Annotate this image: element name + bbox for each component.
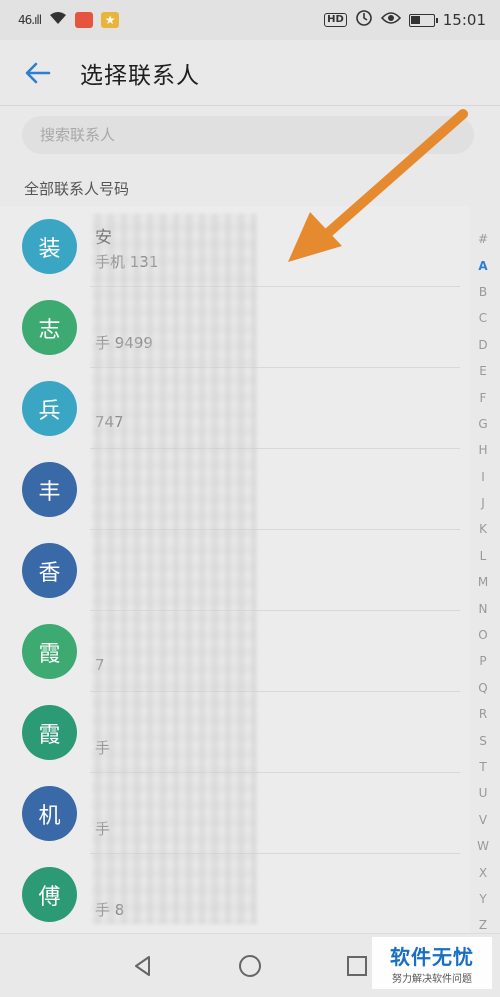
app-header: 选择联系人: [0, 40, 500, 106]
contact-row[interactable]: 丰: [0, 449, 470, 530]
contact-info: 手: [95, 709, 111, 757]
contact-name: [95, 628, 105, 649]
avatar: 装: [22, 219, 77, 274]
app-notification-icon: [75, 12, 94, 28]
back-triangle-icon[interactable]: [123, 946, 163, 986]
avatar: 丰: [22, 462, 77, 517]
wifi-icon: [49, 11, 67, 29]
home-circle-icon[interactable]: [230, 946, 270, 986]
clock: 15:01: [442, 11, 486, 29]
contact-row[interactable]: 香: [0, 530, 470, 611]
contact-phone: 手机 131: [95, 253, 159, 271]
contact-info: 安 手机 131: [95, 223, 159, 271]
index-letter[interactable]: H: [478, 437, 487, 463]
contact-info: 7: [95, 628, 105, 675]
index-letter[interactable]: D: [478, 332, 487, 358]
signal-icon: 46.ıll: [18, 13, 42, 27]
avatar: 机: [22, 786, 77, 841]
contact-row[interactable]: 傅 手 8: [0, 854, 470, 933]
index-letter[interactable]: J: [481, 490, 485, 516]
index-letter[interactable]: #: [478, 226, 488, 252]
back-arrow-icon[interactable]: [22, 57, 54, 89]
contact-row[interactable]: 机 手: [0, 773, 470, 854]
index-letter[interactable]: O: [478, 622, 487, 648]
avatar: 志: [22, 300, 77, 355]
alphabet-index-bar[interactable]: # A B C D E F G H I J K L M N O P Q R S …: [472, 226, 494, 939]
contact-list: 装 安 手机 131 志 手 9499 兵 747 丰 香 霞 7 霞 手 机 …: [0, 206, 470, 933]
eye-comfort-icon: [380, 11, 401, 29]
contact-row[interactable]: 志 手 9499: [0, 287, 470, 368]
contact-row[interactable]: 装 安 手机 131: [0, 206, 470, 287]
avatar: 香: [22, 543, 77, 598]
contact-name: 安: [95, 228, 112, 248]
index-letter[interactable]: S: [479, 727, 487, 753]
contact-phone: 手 9499: [95, 334, 153, 352]
index-letter[interactable]: E: [479, 358, 487, 384]
avatar: 傅: [22, 867, 77, 922]
data-saver-icon: [355, 9, 373, 31]
index-letter[interactable]: K: [479, 516, 487, 542]
page-title: 选择联系人: [80, 62, 200, 89]
index-letter[interactable]: Y: [479, 886, 486, 912]
index-letter[interactable]: U: [479, 780, 488, 806]
star-app-icon: ★: [101, 12, 120, 28]
contact-info: 747: [95, 385, 124, 432]
status-left: 46.ıll ★: [18, 11, 120, 29]
watermark-sub: 努力解决软件问题: [392, 974, 472, 985]
index-letter[interactable]: I: [481, 464, 485, 490]
index-letter[interactable]: G: [478, 411, 487, 437]
contact-row[interactable]: 霞 手: [0, 692, 470, 773]
contact-phone: 手: [95, 820, 111, 838]
avatar: 霞: [22, 624, 77, 679]
watermark-main: 软件无忧: [390, 945, 474, 969]
index-letter-active[interactable]: A: [478, 252, 487, 278]
recents-square-icon[interactable]: [337, 946, 377, 986]
index-letter[interactable]: X: [479, 859, 487, 885]
hd-badge: HD: [324, 13, 347, 27]
index-letter[interactable]: F: [480, 384, 487, 410]
contact-name: [95, 304, 153, 325]
search-input[interactable]: [22, 116, 474, 154]
index-letter[interactable]: T: [479, 754, 486, 780]
index-letter[interactable]: V: [479, 807, 487, 833]
index-letter[interactable]: W: [477, 833, 489, 859]
watermark-logo: 软件无忧 努力解决软件问题: [372, 937, 492, 989]
contact-name: [95, 871, 124, 892]
contact-row[interactable]: 兵 747: [0, 368, 470, 449]
index-letter[interactable]: B: [479, 279, 487, 305]
index-letter[interactable]: Q: [478, 675, 487, 701]
contact-row[interactable]: 霞 7: [0, 611, 470, 692]
contact-phone: 747: [95, 413, 124, 431]
search-bar: [22, 116, 474, 154]
index-letter[interactable]: P: [479, 648, 486, 674]
index-letter[interactable]: M: [478, 569, 488, 595]
contact-phone: 手 8: [95, 901, 125, 919]
contact-name: [95, 709, 110, 730]
contact-info: 手 9499: [95, 304, 153, 352]
contact-phone: 手: [95, 739, 111, 757]
contact-phone: 7: [95, 656, 105, 674]
avatar: 兵: [22, 381, 77, 436]
contact-info: 手: [95, 790, 111, 838]
battery-icon: [408, 13, 438, 27]
status-bar: 46.ıll ★ HD 15:01: [0, 0, 500, 40]
contact-name: [95, 790, 110, 811]
index-letter[interactable]: N: [479, 595, 488, 621]
section-title: 全部联系人号码: [24, 180, 130, 198]
contact-info: 手 8: [95, 871, 125, 919]
index-letter[interactable]: R: [479, 701, 487, 727]
avatar: 霞: [22, 705, 77, 760]
status-right: HD 15:01: [324, 9, 486, 31]
contact-name: [95, 385, 124, 406]
index-letter[interactable]: C: [479, 305, 487, 331]
index-letter[interactable]: L: [480, 543, 487, 569]
